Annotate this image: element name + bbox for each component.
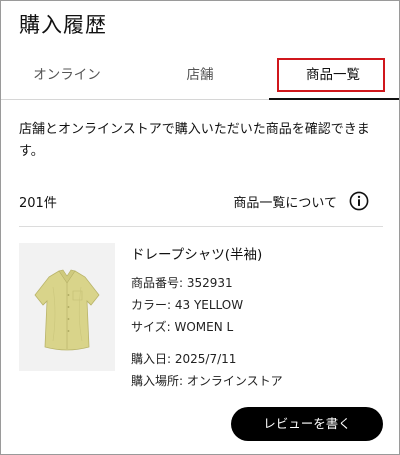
- tab-online[interactable]: オンライン: [1, 51, 133, 99]
- product-size: サイズ: WOMEN L: [131, 320, 234, 334]
- product-color: カラー: 43 YELLOW: [131, 298, 244, 312]
- purchase-history-panel: 購入履歴 オンライン 店舗 商品一覧 店舗とオンラインストアで購入いただいた商品…: [0, 0, 400, 455]
- info-icon[interactable]: [349, 191, 369, 211]
- divider: [19, 226, 383, 227]
- about-product-list-link[interactable]: 商品一覧について: [233, 188, 369, 214]
- intro-text: 店舗とオンラインストアで購入いただいた商品を確認できます。: [19, 122, 370, 159]
- page-title: 購入履歴: [19, 13, 107, 37]
- shirt-illustration: [34, 269, 100, 351]
- tab-store[interactable]: 店舗: [134, 51, 266, 99]
- tab-product-list[interactable]: 商品一覧: [267, 51, 399, 100]
- purchase-date: 購入日: 2025/7/11: [131, 352, 237, 366]
- product-details: ドレープシャツ(半袖) 商品番号: 352931 カラー: 43 YELLOW …: [131, 244, 391, 392]
- write-review-button[interactable]: レビューを書く: [231, 407, 383, 441]
- product-name[interactable]: ドレープシャツ(半袖): [131, 244, 391, 266]
- about-label: 商品一覧について: [233, 195, 337, 211]
- tab-bar: オンライン 店舗 商品一覧: [1, 51, 399, 100]
- item-count: 201件: [19, 196, 57, 211]
- product-image[interactable]: [19, 243, 115, 371]
- purchase-place: 購入場所: オンラインストア: [131, 374, 283, 388]
- product-number: 商品番号: 352931: [131, 276, 233, 290]
